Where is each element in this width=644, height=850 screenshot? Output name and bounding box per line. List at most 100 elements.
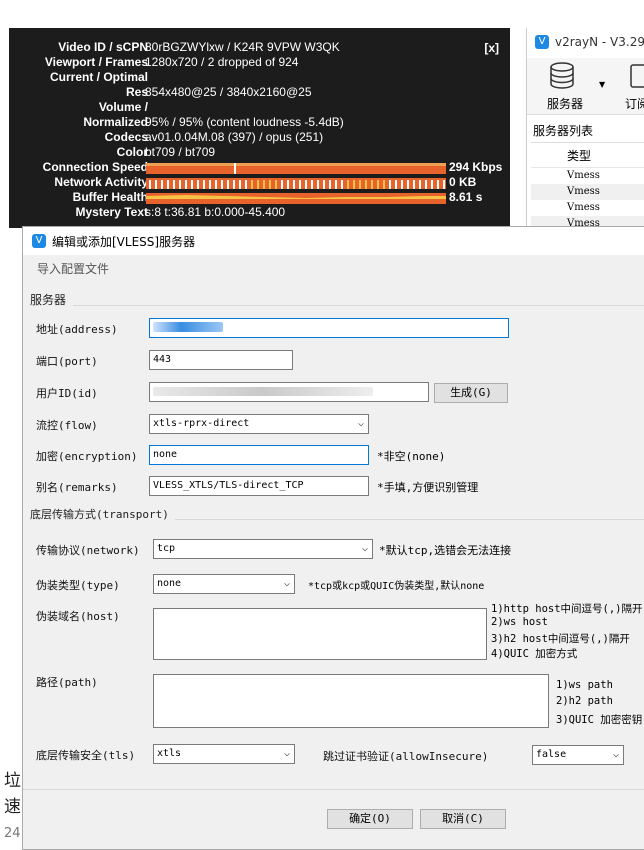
- group-transport-title: 底层传输方式(transport): [30, 508, 169, 521]
- cancel-button[interactable]: 取消(C): [420, 809, 506, 829]
- edit-vless-server-dialog: V 编辑或添加[VLESS]服务器 导入配置文件 服务器 地址(address)…: [22, 226, 644, 850]
- chevron-down-icon: ⌵: [357, 418, 364, 429]
- subscribe-menu-button[interactable]: 订阅: [619, 60, 644, 112]
- server-row[interactable]: Vmess: [531, 200, 644, 216]
- stats-row-label: Normalized: [83, 115, 148, 129]
- redacted-address: [153, 322, 223, 332]
- stats-row-label: Volume /: [98, 100, 148, 114]
- connection-speed-graph: [146, 163, 446, 174]
- v2rayn-toolbar: 服务器 ▼ 订阅: [527, 58, 644, 115]
- stats-row-value: 95% / 95% (content loudness -5.4dB): [145, 115, 344, 129]
- path-textarea[interactable]: [153, 674, 549, 728]
- host-hint-2: 2)ws host: [491, 616, 548, 628]
- stats-row-value: av01.0.04M.08 (397) / opus (251): [145, 130, 324, 144]
- stats-row-label: Color: [116, 145, 148, 159]
- redacted-user-id: [153, 386, 373, 396]
- column-header-type[interactable]: 类型: [531, 143, 644, 168]
- type-label: 伪装类型(type): [36, 579, 120, 592]
- buffer-health-graph: [146, 193, 446, 204]
- divider: [175, 519, 644, 520]
- host-textarea[interactable]: [153, 608, 487, 660]
- network-activity-graph: [146, 178, 446, 189]
- path-label: 路径(path): [36, 676, 98, 689]
- server-list-title: 服务器列表: [533, 124, 594, 138]
- chevron-down-icon: ⌵: [361, 543, 368, 554]
- dialog-menubar: 导入配置文件: [23, 255, 644, 281]
- generate-id-button[interactable]: 生成(G): [434, 383, 508, 403]
- stats-row-value: 8.61 s: [449, 190, 483, 204]
- group-server-title: 服务器: [30, 293, 67, 307]
- background-text-1: 垃: [4, 771, 21, 791]
- subscribe-icon: [630, 64, 644, 88]
- remarks-label: 别名(remarks): [36, 481, 118, 494]
- path-hint-1: 1)ws path: [556, 679, 613, 691]
- encryption-label: 加密(encryption): [36, 450, 138, 463]
- flow-label: 流控(flow): [36, 419, 98, 432]
- server-row[interactable]: Vmess: [531, 184, 644, 200]
- port-label: 端口(port): [36, 355, 98, 368]
- chevron-down-icon: ⌵: [283, 748, 290, 759]
- type-select[interactable]: none ⌵: [153, 574, 295, 594]
- stats-for-nerds-panel: [x] Video ID / sCPN 80rBGZWYlxw / K24R 9V…: [9, 28, 510, 228]
- address-label: 地址(address): [36, 323, 118, 336]
- v2rayn-title: v2rayN - V3.29: [555, 35, 644, 49]
- v2rayn-main-window: V v2rayN - V3.29 服务器 ▼ 订阅 服务器列表 类型 Vmess…: [526, 28, 644, 232]
- stats-close-button[interactable]: [x]: [484, 41, 499, 55]
- path-hint-3: 3)QUIC 加密密钥: [556, 714, 643, 726]
- user-id-field[interactable]: [149, 382, 429, 402]
- host-hint-1: 1)http host中间逗号(,)隔开: [491, 603, 643, 615]
- ok-button[interactable]: 确定(O): [327, 809, 413, 829]
- stats-row-value: 0 KB: [449, 175, 477, 189]
- tls-select[interactable]: xtls ⌵: [153, 744, 295, 764]
- encryption-field[interactable]: none: [149, 445, 369, 465]
- stats-row-label: Buffer Health: [72, 190, 148, 204]
- divider: [73, 305, 644, 306]
- chevron-down-icon: ⌵: [612, 749, 619, 760]
- stats-row-label: Viewport / Frames: [44, 55, 148, 69]
- stats-row-value: 294 Kbps: [449, 160, 503, 174]
- network-label: 传输协议(network): [36, 544, 140, 557]
- v2rayn-titlebar: V v2rayN - V3.29: [527, 28, 644, 56]
- port-field[interactable]: 443: [149, 350, 293, 370]
- encryption-hint: *非空(none): [377, 450, 446, 463]
- menu-import-config[interactable]: 导入配置文件: [37, 260, 109, 277]
- stats-row-value: 80rBGZWYlxw / K24R 9VPW W3QK: [145, 40, 340, 54]
- stats-row-value: 854x480@25 / 3840x2160@25: [145, 85, 312, 99]
- server-database-icon: [550, 62, 574, 89]
- stats-row-value: bt709 / bt709: [145, 145, 216, 159]
- tls-label: 底层传输安全(tls): [36, 749, 136, 762]
- chevron-down-icon: ▼: [599, 80, 606, 89]
- flow-select[interactable]: xtls-rprx-direct ⌵: [149, 414, 369, 434]
- servers-menu-label: 服务器: [547, 97, 584, 111]
- stats-row-value: s:8 t:36.81 b:0.000-45.400: [145, 205, 286, 219]
- server-list-grid[interactable]: 类型 Vmess Vmess Vmess Vmess: [531, 142, 644, 232]
- stats-row-label: Video ID / sCPN: [58, 40, 148, 54]
- address-field[interactable]: [149, 318, 509, 338]
- network-hint: *默认tcp,选错会无法连接: [379, 544, 512, 557]
- allow-insecure-select[interactable]: false ⌵: [532, 745, 624, 765]
- dialog-title: 编辑或添加[VLESS]服务器: [52, 234, 196, 249]
- user-id-label: 用户ID(id): [36, 387, 98, 400]
- path-hint-2: 2)h2 path: [556, 695, 613, 707]
- dialog-titlebar: V 编辑或添加[VLESS]服务器: [23, 227, 644, 255]
- background-text-3: 24: [4, 826, 21, 841]
- subscribe-menu-label: 订阅: [625, 97, 644, 111]
- network-select[interactable]: tcp ⌵: [153, 539, 373, 559]
- divider: [23, 789, 644, 790]
- host-hint-3: 3)h2 host中间逗号(,)隔开: [491, 633, 630, 645]
- stats-row-label: Connection Speed: [42, 160, 148, 174]
- stats-row-label: Current / Optimal: [49, 70, 148, 84]
- host-hint-4: 4)QUIC 加密方式: [491, 648, 578, 660]
- stats-row-label: Codecs: [104, 130, 148, 144]
- chevron-down-icon: ⌵: [283, 578, 290, 589]
- servers-menu-button[interactable]: 服务器 ▼: [543, 60, 613, 112]
- type-hint: *tcp或kcp或QUIC伪装类型,默认none: [308, 581, 485, 592]
- stats-row-label: Network Activity: [54, 175, 148, 189]
- server-row[interactable]: Vmess: [531, 168, 644, 184]
- stats-row-label: Mystery Text: [75, 205, 148, 219]
- remarks-hint: *手填,方便识别管理: [377, 481, 479, 494]
- host-label: 伪装域名(host): [36, 610, 120, 623]
- background-text-2: 速: [4, 797, 21, 817]
- remarks-field[interactable]: VLESS_XTLS/TLS-direct_TCP: [149, 476, 369, 496]
- v2rayn-logo-icon: V: [32, 234, 46, 248]
